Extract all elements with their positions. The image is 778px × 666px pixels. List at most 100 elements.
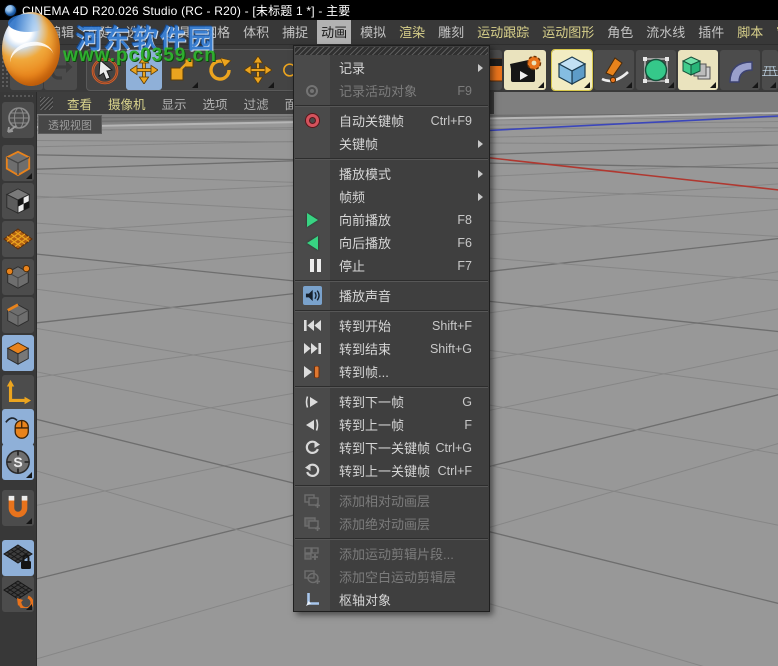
menu-item-play-mode[interactable]: 播放模式 <box>294 162 489 185</box>
menu-tearoff-strip[interactable] <box>295 47 488 55</box>
viewport-menu-filter[interactable]: 过滤 <box>236 94 277 113</box>
menu-item-pivot-object[interactable]: 枢轴对象 <box>294 588 489 611</box>
workplane-mode-button[interactable] <box>2 221 34 257</box>
application-window: CINEMA 4D R20.026 Studio (RC - R20) - [未… <box>0 0 778 666</box>
menu-motion-tracker[interactable]: 运动跟踪 <box>473 20 533 44</box>
add-cube-button[interactable] <box>551 49 593 91</box>
menu-pipeline[interactable]: 流水线 <box>642 20 689 44</box>
instance-array-button[interactable] <box>678 50 718 90</box>
render-settings-button[interactable] <box>504 50 546 90</box>
snap-settings-button[interactable]: S <box>2 444 34 480</box>
menu-item-play-forwards[interactable]: 向前播放 F8 <box>294 208 489 231</box>
last-tool-button[interactable] <box>240 50 276 90</box>
speaker-icon <box>302 286 322 305</box>
magnet-snap-icon <box>8 495 28 518</box>
menu-item-add-empty-motion-layer: 添加空白运动剪辑层 <box>294 565 489 588</box>
lock-workplane-icon <box>3 544 33 569</box>
viewport-menu-view[interactable]: 查看 <box>59 94 100 113</box>
enable-axis-button[interactable] <box>2 375 34 411</box>
model-mode-button[interactable] <box>2 145 34 181</box>
world-coordinates-globe-icon <box>7 107 30 133</box>
cinema4d-logo-icon <box>4 3 17 17</box>
points-mode-button[interactable] <box>2 259 34 295</box>
submenu-arrow-icon <box>478 193 483 201</box>
menu-script[interactable]: 脚本 <box>733 20 767 44</box>
menu-item-frame-rate[interactable]: 帧频 <box>294 185 489 208</box>
submenu-arrow-icon <box>478 64 483 72</box>
palette-grip[interactable] <box>3 94 33 99</box>
pause-icon <box>310 259 314 272</box>
pen-spline-button[interactable] <box>594 50 634 90</box>
coordinate-ring-button[interactable] <box>278 50 294 90</box>
menu-item-stop[interactable]: 停止 F7 <box>294 254 489 277</box>
watermark-site-logo <box>2 12 60 86</box>
play-backward-icon <box>306 235 318 250</box>
viewport-tweak-button[interactable] <box>2 409 34 445</box>
menu-separator <box>294 102 489 109</box>
viewport-menu-camera[interactable]: 摄像机 <box>100 94 154 113</box>
menu-character[interactable]: 角色 <box>603 20 637 44</box>
menu-item-autokeying[interactable]: 自动关键帧 Ctrl+F9 <box>294 109 489 132</box>
menu-render[interactable]: 渲染 <box>395 20 429 44</box>
menu-item-play-backwards[interactable]: 向后播放 F6 <box>294 231 489 254</box>
record-disabled-icon <box>306 84 318 97</box>
lock-workplane-button[interactable] <box>2 540 34 576</box>
coordinate-system-button[interactable] <box>2 102 34 138</box>
menu-item-play-sound[interactable]: 播放声音 <box>294 284 489 307</box>
menu-item-goto-previous-key[interactable]: 转到上一关键帧 Ctrl+F <box>294 459 489 482</box>
play-forward-icon <box>306 212 318 227</box>
next-frame-icon <box>305 395 318 408</box>
watermark-site-url: www.pc0359.cn <box>63 45 217 66</box>
menu-snap[interactable]: 捕捉 <box>278 20 312 44</box>
viewport-menu-grip[interactable] <box>40 96 53 110</box>
floor-grid-button[interactable] <box>762 50 778 90</box>
add-relative-anim-layer-icon <box>303 493 320 508</box>
edges-mode-cube-icon <box>7 303 29 327</box>
menu-volume[interactable]: 体积 <box>239 20 273 44</box>
menu-separator <box>294 277 489 284</box>
bend-deformer-icon <box>729 61 753 83</box>
last-tool-move-icon <box>244 56 272 84</box>
menu-item-goto-previous-frame[interactable]: 转到上一帧 F <box>294 413 489 436</box>
polygons-mode-cube-icon <box>6 342 30 365</box>
mode-palette: S <box>0 92 36 666</box>
workplane-rotate-button[interactable] <box>2 576 34 612</box>
menu-separator <box>294 482 489 489</box>
window-title: CINEMA 4D R20.026 Studio (RC - R20) - [未… <box>22 3 351 18</box>
subdivision-surface-icon <box>643 57 669 83</box>
edges-mode-button[interactable] <box>2 297 34 333</box>
cube-primitive-icon <box>557 56 587 85</box>
menu-item-goto-frame[interactable]: 转到帧... <box>294 360 489 383</box>
menu-item-goto-end[interactable]: 转到结束 Shift+G <box>294 337 489 360</box>
menu-item-goto-next-frame[interactable]: 转到下一帧 G <box>294 390 489 413</box>
viewport-tweak-mouse-icon <box>5 417 29 439</box>
prev-keyframe-icon <box>304 463 319 477</box>
viewport-menu-display[interactable]: 显示 <box>154 94 195 113</box>
points-mode-cube-icon <box>5 264 31 289</box>
title-bar: CINEMA 4D R20.026 Studio (RC - R20) - [未… <box>0 0 778 20</box>
viewport-menu-options[interactable]: 选项 <box>195 94 236 113</box>
workplane-rotate-icon <box>3 580 33 608</box>
render-settings-clapper-gear-icon <box>510 55 542 82</box>
menu-mograph[interactable]: 运动图形 <box>538 20 598 44</box>
menu-sculpt[interactable]: 雕刻 <box>434 20 468 44</box>
viewport-tab[interactable]: 透视视图 <box>38 115 102 134</box>
polygons-mode-button[interactable] <box>2 335 34 371</box>
menu-item-keyframes[interactable]: 关键帧 <box>294 132 489 155</box>
subdivision-surface-button[interactable] <box>636 50 676 90</box>
menu-item-add-motion-clip: 添加运动剪辑片段... <box>294 542 489 565</box>
workplane-mode-grid-icon <box>3 228 33 250</box>
menu-window[interactable]: 窗口 <box>772 20 778 44</box>
bend-deformer-button[interactable] <box>720 50 760 90</box>
menu-item-goto-start[interactable]: 转到开始 Shift+F <box>294 314 489 337</box>
add-absolute-anim-layer-icon <box>303 516 320 531</box>
menu-plugins[interactable]: 插件 <box>694 20 728 44</box>
menu-separator <box>294 307 489 314</box>
menu-item-goto-next-key[interactable]: 转到下一关键帧 Ctrl+G <box>294 436 489 459</box>
magnet-snap-button[interactable] <box>2 490 34 526</box>
texture-mode-button[interactable] <box>2 183 34 219</box>
menu-simulate[interactable]: 模拟 <box>356 20 390 44</box>
menu-item-record[interactable]: 记录 <box>294 56 489 79</box>
go-start-icon <box>303 320 321 331</box>
menu-animate[interactable]: 动画 <box>317 20 352 44</box>
